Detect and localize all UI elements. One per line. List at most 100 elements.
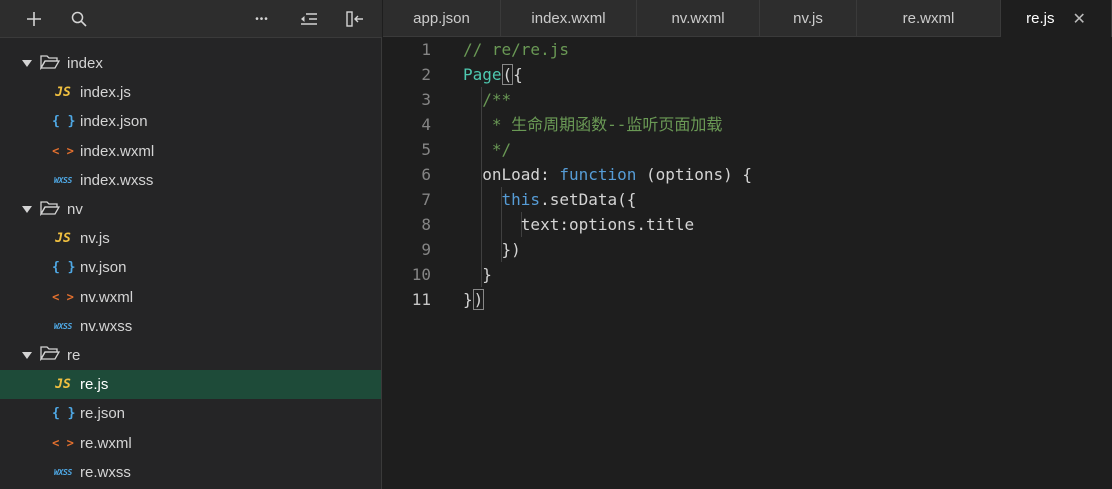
folder-index[interactable]: index: [0, 49, 381, 78]
code-text: /**: [463, 87, 511, 112]
tab-nv-js[interactable]: nv.js: [760, 0, 857, 36]
code-text: onLoad: function (options) {: [463, 162, 752, 187]
file-item-nv-json[interactable]: { } nv.json: [0, 253, 381, 282]
tab-label: re.js: [1026, 10, 1055, 27]
explorer-sidebar: ••• index JS index.js{ } index.json < > index…: [0, 0, 382, 489]
tab-re-wxml[interactable]: re.wxml: [857, 0, 1001, 36]
caret-down-icon[interactable]: [22, 60, 32, 68]
file-item-re-js[interactable]: JS re.js: [0, 370, 381, 400]
code-line[interactable]: 4 * 生命周期函数--监听页面加载: [383, 112, 1112, 137]
plus-icon[interactable]: [22, 7, 46, 31]
folder-open-icon: [39, 200, 67, 220]
code-token: Page: [463, 65, 502, 84]
code-token: ): [472, 289, 485, 310]
folder-nv[interactable]: nv: [0, 195, 381, 224]
file-item-index-wxml[interactable]: < > index.wxml: [0, 137, 381, 166]
tab-index-wxml[interactable]: index.wxml: [501, 0, 637, 36]
code-token: }: [463, 290, 473, 309]
code-line[interactable]: 2 Page({: [383, 62, 1112, 87]
file-tree: index JS index.js{ } index.json < > index.wxm…: [0, 49, 381, 487]
wxss-file-icon: WXSS: [53, 467, 73, 477]
file-item-nv-wxml[interactable]: < > nv.wxml: [0, 283, 381, 312]
split-icon[interactable]: [343, 7, 367, 31]
wxml-file-icon: < >: [52, 144, 74, 159]
json-file-icon: { }: [52, 260, 76, 276]
more-icon[interactable]: •••: [250, 7, 274, 31]
code-text: // re/re.js: [463, 37, 569, 62]
code-line[interactable]: 5 */: [383, 137, 1112, 162]
editor-tab-bar: app.json index.wxml nv.wxml nv.js re.wxml re.…: [383, 0, 1112, 37]
wxml-file-icon: < >: [52, 290, 74, 305]
file-item-re-json[interactable]: { } re.json: [0, 399, 381, 428]
code-token: /**: [463, 90, 512, 109]
line-number: 1: [421, 40, 431, 59]
code-editor[interactable]: 1 // re/re.js 2 Page({3 /** 4 * 生命周期函数--监听页面…: [383, 37, 1112, 489]
code-token: text:options.title: [463, 215, 695, 234]
file-label: index.json: [80, 113, 148, 131]
tab-app-json[interactable]: app.json: [383, 0, 501, 36]
folder-label: index: [67, 55, 103, 73]
collapse-icon[interactable]: [297, 7, 321, 31]
folder-open-icon: [39, 345, 67, 365]
code-line[interactable]: 6 onLoad: function (options) {: [383, 162, 1112, 187]
tab-label: nv.wxml: [671, 9, 725, 27]
file-label: index.js: [80, 84, 131, 102]
code-line[interactable]: 10 }: [383, 262, 1112, 287]
folder-re[interactable]: re: [0, 341, 381, 370]
code-token: .setData({: [540, 190, 637, 209]
line-number: 7: [421, 190, 431, 209]
code-token: */: [463, 140, 512, 159]
file-label: nv.wxss: [80, 317, 133, 335]
js-file-icon: JS: [55, 231, 71, 247]
wxml-file-icon: < >: [52, 436, 74, 451]
tab-label: app.json: [413, 9, 470, 27]
code-token: }: [463, 265, 492, 284]
tab-label: nv.js: [793, 9, 823, 27]
file-label: nv.wxml: [80, 288, 134, 306]
line-number: 8: [421, 215, 431, 234]
code-line[interactable]: 3 /**: [383, 87, 1112, 112]
file-label: index.wxml: [80, 142, 155, 160]
file-item-re-wxml[interactable]: < > re.wxml: [0, 428, 381, 457]
code-token: // re/re.js: [463, 40, 569, 59]
search-icon[interactable]: [67, 7, 91, 31]
code-line[interactable]: 8 text:options.title: [383, 212, 1112, 237]
file-item-nv-wxss[interactable]: WXSS nv.wxss: [0, 312, 381, 341]
folder-label: nv: [67, 201, 83, 219]
file-label: re.json: [80, 405, 126, 423]
tab-re-js[interactable]: re.js ✕: [1001, 0, 1112, 37]
file-item-index-json[interactable]: { } index.json: [0, 107, 381, 136]
code-text: text:options.title: [463, 212, 694, 237]
code-text: this.setData({: [463, 187, 637, 212]
line-number: 11: [411, 290, 431, 309]
file-item-re-wxss[interactable]: WXSS re.wxss: [0, 458, 381, 487]
file-label: index.wxss: [80, 171, 154, 189]
code-line[interactable]: 9 }): [383, 237, 1112, 262]
code-token: * 生命周期函数--监听页面加载: [463, 115, 723, 134]
tab-nv-wxml[interactable]: nv.wxml: [637, 0, 760, 36]
line-number: 2: [421, 65, 431, 84]
line-number: 10: [411, 265, 431, 284]
close-icon[interactable]: ✕: [1072, 9, 1085, 29]
wxss-file-icon: WXSS: [53, 175, 73, 185]
file-item-index-js[interactable]: JS index.js: [0, 78, 381, 107]
file-label: re.js: [80, 376, 109, 394]
caret-down-icon[interactable]: [22, 206, 32, 214]
code-line[interactable]: 7 this.setData({: [383, 187, 1112, 212]
line-number: 5: [421, 140, 431, 159]
code-text: Page({: [463, 62, 523, 87]
code-token: onLoad:: [463, 165, 560, 184]
js-file-icon: JS: [55, 377, 71, 393]
tab-label: index.wxml: [531, 9, 606, 27]
file-label: re.wxml: [80, 434, 132, 452]
line-number: 6: [421, 165, 431, 184]
code-line[interactable]: 11}): [383, 287, 1112, 312]
caret-down-icon[interactable]: [22, 351, 32, 359]
wxss-file-icon: WXSS: [53, 321, 73, 331]
code-token: (options) {: [636, 165, 752, 184]
file-item-index-wxss[interactable]: WXSS index.wxss: [0, 166, 381, 195]
code-line[interactable]: 1 // re/re.js: [383, 37, 1112, 62]
file-item-nv-js[interactable]: JS nv.js: [0, 224, 381, 253]
file-label: nv.json: [80, 259, 127, 277]
